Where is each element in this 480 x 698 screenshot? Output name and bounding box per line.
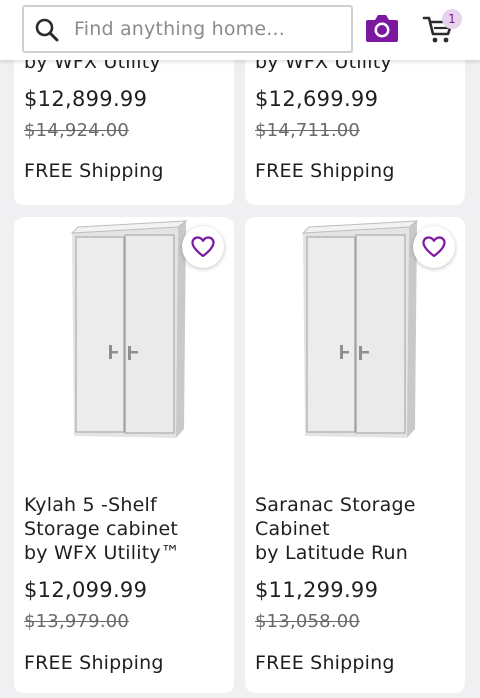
product-title[interactable]: Saranac Storage [255,493,457,517]
shipping-label: FREE Shipping [24,652,164,674]
cart-count-badge: 1 [442,9,462,29]
shipping-label: FREE Shipping [255,160,395,182]
product-price: $12,099.99 [24,578,148,602]
top-header: Find anything home... 1 [0,0,480,60]
camera-icon[interactable] [364,12,400,44]
shipping-label: FREE Shipping [255,652,395,674]
product-price: $12,899.99 [24,87,148,111]
product-original-price: $13,058.00 [255,611,361,632]
product-brand[interactable]: by Latitude Run [255,541,457,565]
shipping-label: FREE Shipping [24,160,164,182]
heart-icon [422,236,446,258]
product-image[interactable] [64,217,199,442]
favorite-button[interactable] [182,226,224,268]
product-original-price: $13,979.00 [24,611,130,632]
product-image[interactable] [295,217,430,442]
product-title[interactable]: Cabinet [255,517,457,541]
heart-icon [191,236,215,258]
product-original-price: $14,924.00 [24,120,130,141]
product-original-price: $14,711.00 [255,120,361,141]
search-input[interactable]: Find anything home... [22,5,353,53]
product-title[interactable]: Kylah 5 -Shelf [24,493,226,517]
product-card[interactable]: Saranac Storage Cabinet by Latitude Run … [245,217,465,693]
favorite-button[interactable] [413,226,455,268]
product-title[interactable]: Storage cabinet [24,517,226,541]
product-price: $11,299.99 [255,578,379,602]
product-brand[interactable]: by WFX Utility™ [24,541,226,565]
search-icon [35,18,59,42]
product-price: $12,699.99 [255,87,379,111]
search-placeholder: Find anything home... [74,18,285,40]
product-card[interactable]: Kylah 5 -Shelf Storage cabinet by WFX Ut… [14,217,234,693]
product-grid: by WFX Utility™ $12,899.99 $14,924.00 FR… [0,0,480,698]
